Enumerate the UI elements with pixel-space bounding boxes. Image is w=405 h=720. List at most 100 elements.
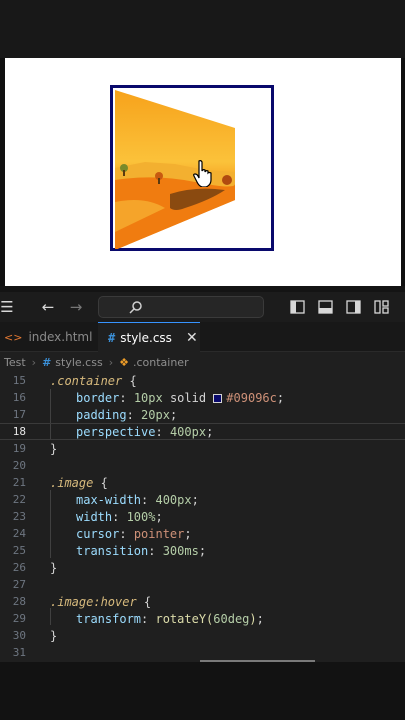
code-text: } [50, 442, 57, 456]
code-text: .image:hover { [50, 595, 151, 609]
code-text: .container { [50, 374, 137, 388]
css-value: solid [162, 390, 214, 405]
code-text: .image { [50, 476, 108, 490]
line-number: 27 [12, 578, 26, 591]
breadcrumb: Test › # style.css › ❖ .container [0, 352, 405, 372]
colon: : [141, 492, 156, 507]
code-line[interactable]: 31 [0, 644, 405, 661]
editor-toolbar: ☰ ← → [0, 292, 405, 322]
tab-label: index.html [28, 330, 93, 344]
semicolon: ; [276, 390, 285, 405]
code-text: max-width: 400px; [76, 493, 199, 507]
breadcrumb-symbol[interactable]: .container [133, 356, 189, 369]
arrow-right-icon[interactable]: → [66, 297, 86, 317]
brace: } [50, 628, 58, 643]
semicolon: ; [206, 424, 214, 439]
tab-style-css[interactable]: # style.css ✕ [98, 322, 200, 352]
semicolon: ; [169, 407, 178, 422]
code-line[interactable]: 26} [0, 559, 405, 576]
line-number: 17 [12, 408, 26, 421]
top-bar [0, 0, 405, 58]
code-line[interactable]: 17 padding: 20px; [0, 406, 405, 423]
line-number: 16 [12, 391, 26, 404]
css-property: width [76, 509, 113, 524]
line-number: 30 [12, 629, 26, 642]
code-line[interactable]: 24 cursor: pointer; [0, 525, 405, 542]
tab-index-html[interactable]: <> index.html [0, 322, 98, 352]
brace: { [93, 475, 108, 490]
bottom-bar [0, 662, 405, 720]
css-property: cursor [76, 526, 120, 541]
code-text: transition: 300ms; [76, 544, 206, 558]
css-property: perspective [76, 424, 156, 439]
code-line[interactable]: 20 [0, 457, 405, 474]
code-line[interactable]: 30} [0, 627, 405, 644]
code-text: width: 100%; [76, 510, 163, 524]
code-line[interactable]: 18 perspective: 400px; [0, 423, 405, 440]
code-line[interactable]: 28 .image:hover { [0, 593, 405, 610]
code-line[interactable]: 19} [0, 440, 405, 457]
code-line[interactable]: 29 transform: rotateY(60deg); [0, 610, 405, 627]
tab-label: style.css [120, 330, 172, 345]
code-text: perspective: 400px; [76, 425, 213, 439]
css-selector: .container [50, 373, 123, 388]
browser-preview [5, 58, 401, 286]
colon: : [119, 526, 134, 541]
semicolon: ; [155, 509, 163, 524]
semicolon: ; [191, 492, 199, 507]
css-value: pointer [133, 526, 185, 541]
css-number: 60deg [213, 611, 250, 626]
hand-cursor-icon [193, 160, 212, 187]
line-number: 20 [12, 459, 26, 472]
breadcrumb-folder[interactable]: Test [4, 356, 26, 369]
line-number: 15 [12, 374, 26, 387]
css-property: transform [76, 611, 142, 626]
css-number: 300ms [162, 543, 199, 558]
sidebar-left-icon[interactable] [290, 300, 305, 314]
css-selector: .image [50, 475, 94, 490]
line-number: 26 [12, 561, 26, 574]
code-line[interactable]: 22 max-width: 400px; [0, 491, 405, 508]
css-property: max-width [76, 492, 142, 507]
css-selector: .image:hover [50, 594, 137, 609]
arrow-left-icon[interactable]: ← [38, 297, 58, 317]
panel-bottom-icon[interactable] [318, 300, 333, 314]
colon: : [141, 611, 156, 626]
code-text: cursor: pointer; [76, 527, 192, 541]
css-function: ) [249, 611, 257, 626]
brace: } [50, 560, 58, 575]
line-number: 22 [12, 493, 26, 506]
semicolon: ; [198, 543, 207, 558]
css-number: 400px [169, 424, 207, 439]
brace: { [122, 373, 137, 388]
code-line[interactable]: 25 transition: 300ms; [0, 542, 405, 559]
code-line[interactable]: 21 .image { [0, 474, 405, 491]
close-icon[interactable]: ✕ [186, 330, 198, 346]
css-property: padding [76, 407, 127, 422]
layout-grid-icon[interactable] [374, 300, 389, 314]
search-input[interactable] [98, 296, 264, 318]
breadcrumb-file[interactable]: style.css [55, 356, 102, 369]
symbol-class-icon: ❖ [119, 355, 129, 369]
code-line[interactable]: 16 border: 10px solid #09096c; [0, 389, 405, 406]
brace: } [50, 441, 58, 456]
line-number: 19 [12, 442, 26, 455]
line-number: 23 [12, 510, 26, 523]
color-swatch[interactable] [213, 393, 223, 403]
code-text: transform: rotateY(60deg); [76, 612, 264, 626]
code-editor[interactable]: 15 .container {16 border: 10px solid #0909… [0, 372, 405, 662]
line-number: 31 [12, 646, 26, 659]
code-line[interactable]: 23 width: 100%; [0, 508, 405, 525]
screen: ☰ ← → <> index.html # style.css ✕ Test ›… [0, 0, 405, 720]
code-line[interactable]: 27 [0, 576, 405, 593]
line-number: 28 [12, 595, 26, 608]
colon: : [119, 390, 134, 405]
menu-icon[interactable]: ☰ [0, 297, 14, 317]
chevron-right-icon: › [31, 355, 37, 369]
css-color: #09096c [226, 390, 277, 405]
sidebar-right-icon[interactable] [346, 300, 361, 314]
code-text: padding: 20px; [76, 408, 177, 422]
line-number: 25 [12, 544, 26, 557]
code-line[interactable]: 15 .container { [0, 372, 405, 389]
semicolon: ; [256, 611, 264, 626]
